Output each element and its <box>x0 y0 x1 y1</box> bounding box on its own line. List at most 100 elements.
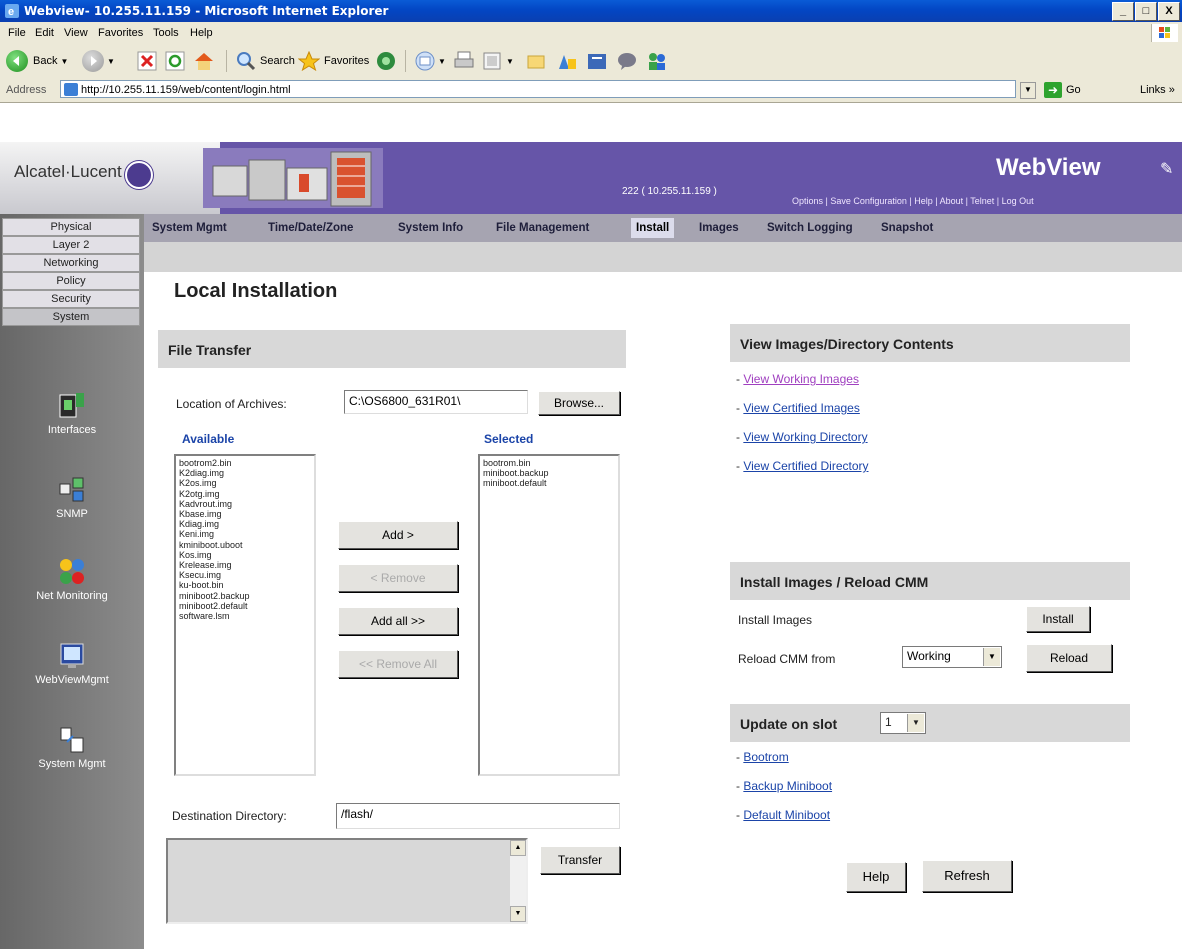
nav-system-mgmt[interactable]: System Mgmt <box>0 726 144 770</box>
nav-tab-security[interactable]: Security <box>2 290 140 308</box>
messenger-button[interactable] <box>616 49 638 73</box>
research-icon <box>559 55 576 69</box>
remove-button[interactable]: < Remove <box>338 564 458 592</box>
subnav-time-date-zone[interactable]: Time/Date/Zone <box>268 222 353 234</box>
list-item[interactable]: bootrom2.bin <box>179 458 311 468</box>
list-item[interactable]: software.lsm <box>179 611 311 621</box>
nav-snmp[interactable]: SNMP <box>0 476 144 520</box>
textarea-scrollbar[interactable]: ▲ ▼ <box>510 840 526 922</box>
people-button[interactable] <box>646 49 668 73</box>
nav-interfaces[interactable]: Interfaces <box>0 392 144 436</box>
available-files-list[interactable]: bootrom2.bin K2diag.img K2os.img K2otg.i… <box>174 454 316 776</box>
forward-button[interactable]: ▼ <box>82 49 115 73</box>
nav-tab-policy[interactable]: Policy <box>2 272 140 290</box>
location-input[interactable]: C:\OS6800_631R01\ <box>344 390 528 414</box>
add-all-button[interactable]: Add all >> <box>338 607 458 635</box>
menu-file[interactable]: File <box>8 27 26 39</box>
list-item[interactable]: Kadvrout.img <box>179 499 311 509</box>
search-label: Search <box>260 55 295 67</box>
list-item[interactable]: Keni.img <box>179 529 311 539</box>
menu-help[interactable]: Help <box>190 27 213 39</box>
bootrom-link[interactable]: Bootrom <box>743 750 788 764</box>
nav-tab-layer2[interactable]: Layer 2 <box>2 236 140 254</box>
list-item[interactable]: miniboot2.backup <box>179 591 311 601</box>
nav-tab-physical[interactable]: Physical <box>2 218 140 236</box>
menu-view[interactable]: View <box>64 27 88 39</box>
header-links[interactable]: Options | Save Configuration | Help | Ab… <box>792 196 1034 206</box>
nav-net-monitoring[interactable]: Net Monitoring <box>0 558 144 602</box>
nav-webview-mgmt[interactable]: WebViewMgmt <box>0 642 144 686</box>
default-miniboot-link[interactable]: Default Miniboot <box>743 808 830 822</box>
reload-button[interactable]: Reload <box>1026 644 1112 672</box>
subnav-system-info[interactable]: System Info <box>398 222 463 234</box>
messenger-book-button[interactable] <box>586 49 608 73</box>
view-certified-images-link[interactable]: View Certified Images <box>743 401 860 415</box>
minimize-button[interactable]: _ <box>1112 2 1134 21</box>
close-button[interactable]: X <box>1158 2 1180 21</box>
slot-select[interactable]: 1 ▼ <box>880 712 926 734</box>
search-button[interactable]: Search <box>236 49 295 73</box>
add-button[interactable]: Add > <box>338 521 458 549</box>
media-button[interactable] <box>375 49 397 73</box>
view-working-directory-link[interactable]: View Working Directory <box>743 430 867 444</box>
windows-logo-icon <box>1151 24 1178 42</box>
list-item[interactable]: bootrom.bin <box>483 458 615 468</box>
list-item[interactable]: miniboot.default <box>483 478 615 488</box>
back-arrow-icon <box>6 50 28 72</box>
address-dropdown-icon[interactable]: ▼ <box>1020 82 1036 99</box>
stop-button[interactable] <box>137 49 157 73</box>
view-certified-directory-link[interactable]: View Certified Directory <box>743 459 868 473</box>
list-item[interactable]: miniboot2.default <box>179 601 311 611</box>
print-button[interactable] <box>453 49 475 73</box>
help-button[interactable]: Help <box>846 862 906 892</box>
reload-cmm-select[interactable]: Working ▼ <box>902 646 1002 668</box>
research-button[interactable] <box>556 49 578 73</box>
selected-files-list[interactable]: bootrom.bin miniboot.backup miniboot.def… <box>478 454 620 776</box>
menu-tools[interactable]: Tools <box>153 27 179 39</box>
transfer-button[interactable]: Transfer <box>540 846 620 874</box>
subnav-switch-logging[interactable]: Switch Logging <box>767 222 853 234</box>
links-toolbar[interactable]: Links » <box>1140 84 1175 96</box>
list-item[interactable]: Kdiag.img <box>179 519 311 529</box>
subnav-snapshot[interactable]: Snapshot <box>881 222 933 234</box>
home-button[interactable] <box>193 49 215 73</box>
list-item[interactable]: K2otg.img <box>179 489 311 499</box>
nav-tab-networking[interactable]: Networking <box>2 254 140 272</box>
remove-all-button[interactable]: << Remove All <box>338 650 458 678</box>
system-mgmt-icon <box>59 726 85 754</box>
list-item[interactable]: kminiboot.uboot <box>179 540 311 550</box>
list-item[interactable]: Ksecu.img <box>179 570 311 580</box>
go-button[interactable]: ➜ Go <box>1044 82 1081 98</box>
list-item[interactable]: ku-boot.bin <box>179 580 311 590</box>
nav-tab-system[interactable]: System <box>2 308 140 326</box>
transfer-status-textarea[interactable]: ▲ ▼ <box>166 838 528 924</box>
maximize-button[interactable]: □ <box>1135 2 1157 21</box>
subnav-images[interactable]: Images <box>699 222 739 234</box>
destination-input[interactable]: /flash/ <box>336 803 620 829</box>
browse-button[interactable]: Browse... <box>538 391 620 415</box>
subnav-install[interactable]: Install <box>631 218 675 238</box>
list-item[interactable]: miniboot.backup <box>483 468 615 478</box>
address-input[interactable]: http://10.255.11.159/web/content/login.h… <box>60 80 1016 98</box>
discuss-button[interactable] <box>526 49 546 73</box>
install-button[interactable]: Install <box>1026 606 1090 632</box>
refresh-button[interactable] <box>165 49 185 73</box>
list-item[interactable]: Krelease.img <box>179 560 311 570</box>
view-working-images-link[interactable]: View Working Images <box>743 372 859 386</box>
menu-favorites[interactable]: Favorites <box>98 27 143 39</box>
back-button[interactable]: Back ▼ <box>6 49 68 73</box>
backup-miniboot-link[interactable]: Backup Miniboot <box>743 779 832 793</box>
subnav-file-management[interactable]: File Management <box>496 222 589 234</box>
scroll-up-icon[interactable]: ▲ <box>510 840 526 856</box>
list-item[interactable]: K2diag.img <box>179 468 311 478</box>
list-item[interactable]: Kbase.img <box>179 509 311 519</box>
mail-button[interactable]: ▼ <box>414 49 446 73</box>
scroll-down-icon[interactable]: ▼ <box>510 906 526 922</box>
list-item[interactable]: K2os.img <box>179 478 311 488</box>
subnav-system-mgmt[interactable]: System Mgmt <box>152 222 227 234</box>
edit-button[interactable]: ▼ <box>482 49 514 73</box>
refresh-page-button[interactable]: Refresh <box>922 860 1012 892</box>
favorites-button[interactable]: Favorites <box>298 49 369 73</box>
menu-edit[interactable]: Edit <box>35 27 54 39</box>
list-item[interactable]: Kos.img <box>179 550 311 560</box>
